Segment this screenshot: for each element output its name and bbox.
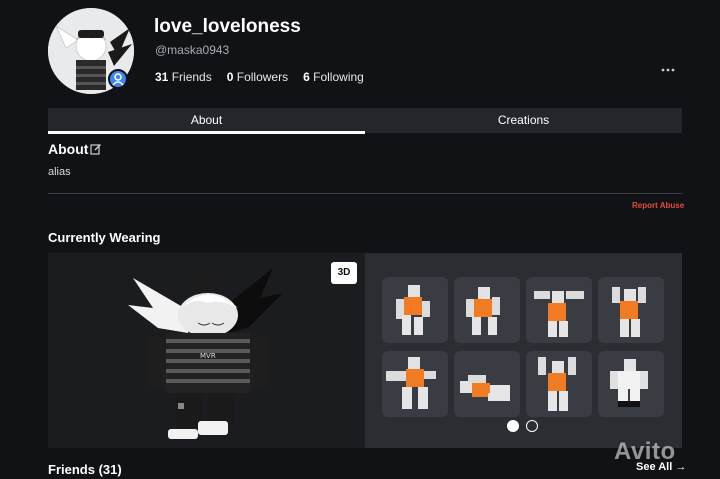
- followers-count: 0: [226, 70, 234, 84]
- tab-about[interactable]: About: [48, 108, 365, 134]
- view-3d-button[interactable]: 3D: [331, 262, 357, 284]
- profile-tabs: About Creations: [48, 108, 682, 134]
- animation-tile[interactable]: [598, 277, 664, 343]
- animations-panel: [365, 253, 682, 448]
- about-heading: About: [48, 141, 89, 157]
- animation-tile[interactable]: [382, 277, 448, 343]
- animation-tile[interactable]: [526, 277, 592, 343]
- avatar-figure: MVR: [128, 268, 283, 439]
- animation-preview-icon: [610, 359, 648, 407]
- animation-tile[interactable]: [382, 351, 448, 417]
- followers-label: Followers: [236, 70, 289, 84]
- animation-preview-icon: [466, 287, 500, 335]
- followers-stat[interactable]: 0 Followers: [227, 70, 288, 84]
- currently-wearing-heading: Currently Wearing: [48, 230, 161, 245]
- animation-preview-icon: [534, 291, 584, 337]
- animation-tile[interactable]: [454, 351, 520, 417]
- animation-tile[interactable]: [526, 351, 592, 417]
- carousel-dot-active[interactable]: [507, 420, 519, 432]
- friends-heading: Friends (31): [48, 462, 122, 477]
- animation-tile[interactable]: [454, 277, 520, 343]
- carousel-dot[interactable]: [526, 420, 538, 432]
- animation-preview-icon: [538, 357, 576, 411]
- avatar-3d-viewer[interactable]: MVR: [48, 253, 365, 448]
- see-all-link[interactable]: See All →: [636, 461, 686, 473]
- profile-stats: 31 Friends 0 Followers 6 Following: [155, 70, 364, 84]
- shirt-text: MVR: [200, 352, 216, 360]
- profile-handle: @maska0943: [155, 43, 230, 57]
- profile-username: love_loveloness: [154, 16, 301, 37]
- friends-stat[interactable]: 31 Friends: [155, 70, 212, 84]
- more-options-icon[interactable]: [660, 62, 676, 78]
- tab-creations[interactable]: Creations: [365, 108, 682, 133]
- animation-tile[interactable]: [598, 351, 664, 417]
- following-stat[interactable]: 6 Following: [303, 70, 364, 84]
- friends-label: Friends: [171, 70, 212, 84]
- animation-preview-icon: [460, 375, 510, 401]
- about-divider: [48, 193, 682, 194]
- friends-count: 31: [155, 70, 169, 84]
- animation-preview-icon: [396, 285, 430, 335]
- edit-icon[interactable]: [90, 142, 102, 155]
- animation-preview-icon: [612, 287, 646, 337]
- verified-badge-icon: [108, 69, 128, 89]
- about-description: alias: [48, 166, 71, 178]
- report-abuse-link[interactable]: Report Abuse: [632, 201, 684, 210]
- following-label: Following: [313, 70, 364, 84]
- animation-preview-icon: [386, 357, 436, 409]
- following-count: 6: [303, 70, 310, 84]
